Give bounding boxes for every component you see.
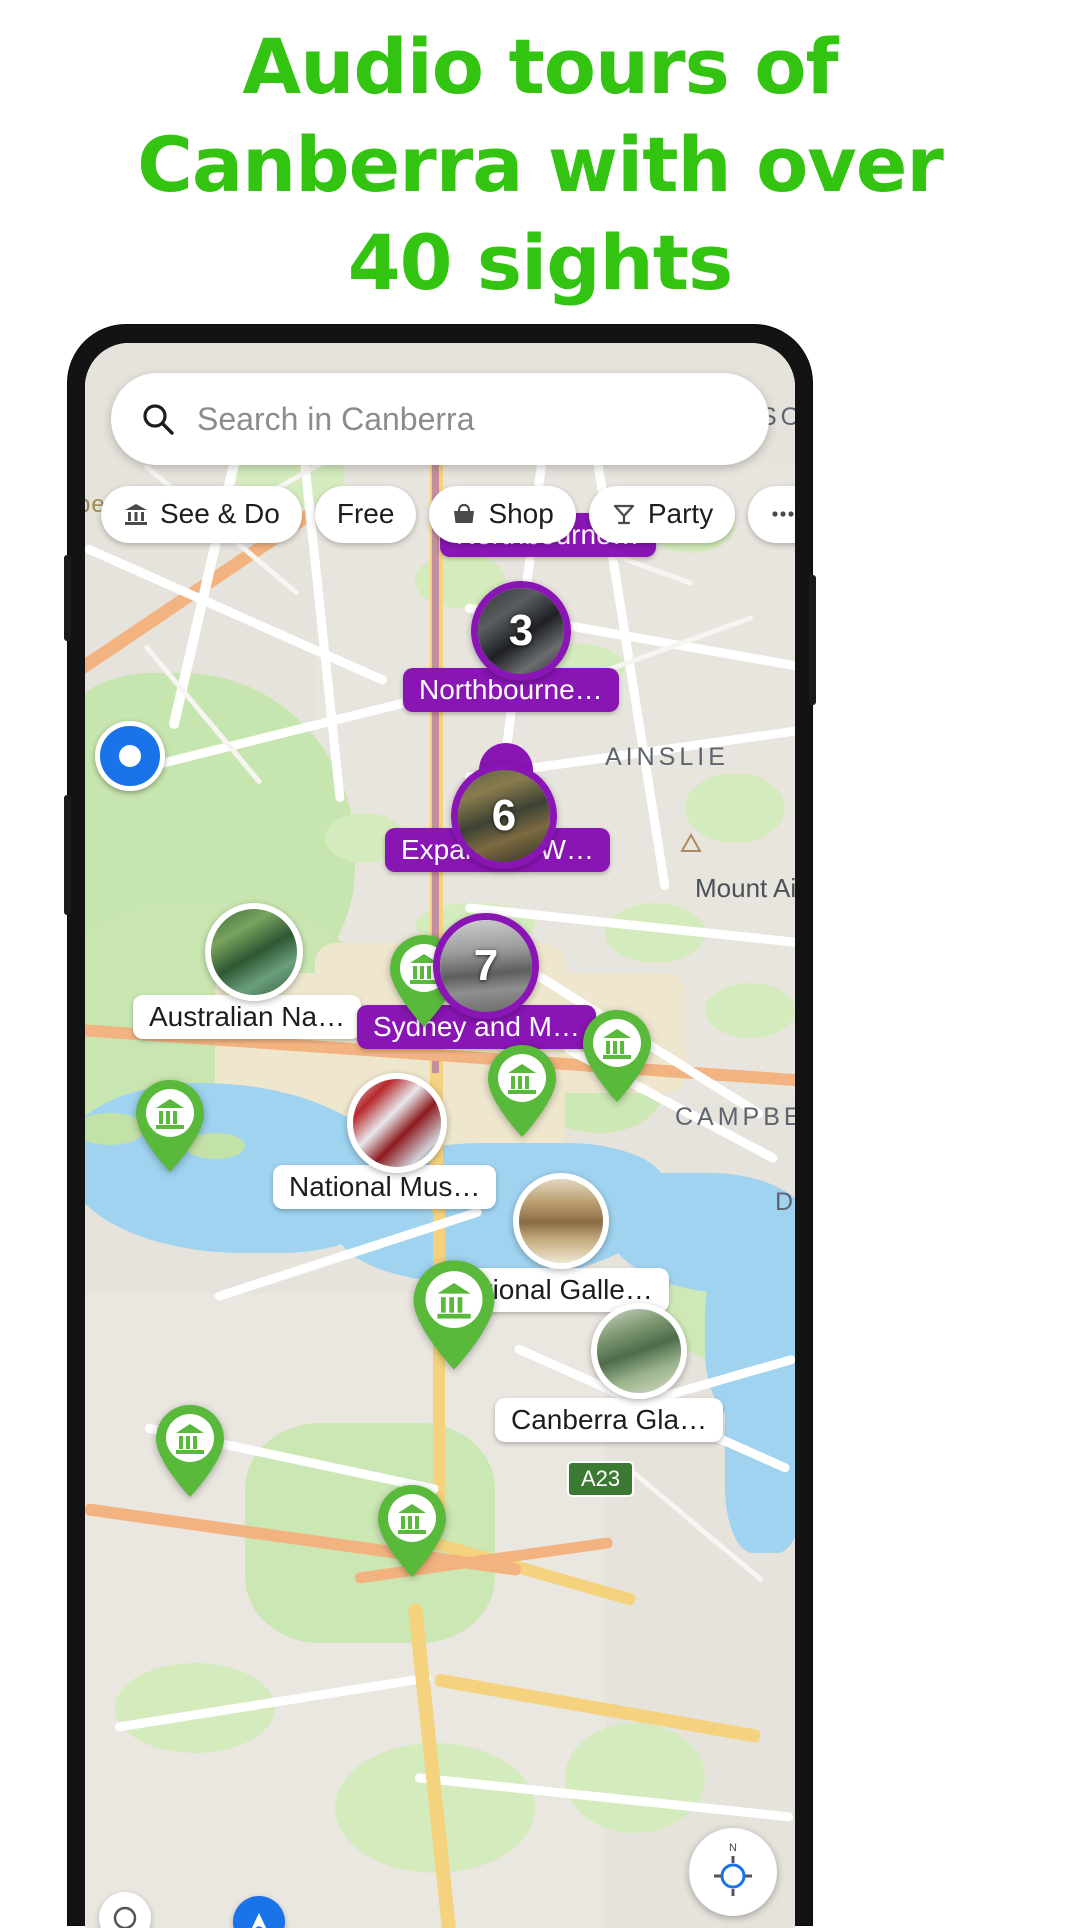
filter-chip-see-and-do[interactable]: See & Do xyxy=(101,485,302,543)
filter-chip-label: See & Do xyxy=(160,498,280,529)
phone-screen: AINSLIE CAMPBE Mount Ain SO ber D ra D A… xyxy=(85,343,795,1928)
filter-chip-shop[interactable]: Shop xyxy=(429,485,576,543)
search-icon xyxy=(143,404,174,435)
ellipsis-icon xyxy=(772,511,794,517)
highway-badge-a23: A23 xyxy=(567,1461,635,1497)
place-marker-national-museum[interactable] xyxy=(347,1073,447,1173)
svg-text:N: N xyxy=(729,1842,737,1854)
filter-chip-free[interactable]: Free xyxy=(314,485,417,543)
marker-photo xyxy=(597,1309,681,1393)
map-place-ainslie: AINSLIE xyxy=(605,743,729,771)
map-canvas[interactable]: AINSLIE CAMPBE Mount Ain SO ber D ra D A… xyxy=(85,343,795,1928)
museum-pin-7[interactable] xyxy=(375,1483,449,1579)
museum-pin-2[interactable] xyxy=(485,1043,559,1139)
map-label-australian-na[interactable]: Australian Na… xyxy=(133,995,362,1039)
museum-pin-3[interactable] xyxy=(580,1008,654,1104)
museum-pin-5[interactable] xyxy=(410,1258,498,1372)
layers-icon xyxy=(113,1906,137,1928)
filter-chip-label: Free xyxy=(336,498,395,529)
cluster-marker-7[interactable]: 7 xyxy=(433,913,539,1019)
map-place-campbell: CAMPBE xyxy=(675,1103,795,1131)
user-location-dot[interactable] xyxy=(95,721,165,791)
filter-chip-row[interactable]: See & Do Free Shop Party xyxy=(101,483,795,545)
museum-pin-4[interactable] xyxy=(133,1078,207,1174)
cluster-count: 6 xyxy=(491,791,517,840)
phone-button-right xyxy=(809,575,816,705)
navigation-icon xyxy=(251,1913,267,1928)
mountain-icon xyxy=(680,833,702,852)
compass-control[interactable]: N xyxy=(689,1828,777,1916)
marker-photo xyxy=(211,909,297,995)
cluster-count: 7 xyxy=(473,941,499,990)
headline-line-2: Canberra with over xyxy=(137,120,944,209)
map-place-d: D xyxy=(775,1188,795,1216)
headline-line-3: 40 sights xyxy=(347,218,734,307)
phone-button-left-top xyxy=(64,555,71,641)
filter-chip-label: Shop xyxy=(488,498,554,529)
search-input-placeholder[interactable]: Search in Canberra xyxy=(197,401,474,438)
cluster-count: 3 xyxy=(508,606,534,655)
phone-mockup: AINSLIE CAMPBE Mount Ain SO ber D ra D A… xyxy=(64,325,816,1928)
filter-chip-other[interactable]: Other xyxy=(748,485,795,543)
map-place-mount-ainslie: Mount Ain xyxy=(695,873,795,903)
bag-icon xyxy=(454,503,475,523)
cluster-marker-6[interactable]: 6 xyxy=(451,763,557,869)
map-label-canberra-gla[interactable]: Canberra Gla… xyxy=(495,1398,724,1442)
phone-button-left-bottom xyxy=(64,795,71,915)
bank-icon xyxy=(125,504,147,525)
marker-photo xyxy=(519,1179,603,1263)
headline-line-1: Audio tours of xyxy=(242,22,838,111)
page-title: Audio tours of Canberra with over 40 sig… xyxy=(0,18,1080,312)
filter-chip-label: Party xyxy=(647,498,714,529)
search-bar[interactable]: Search in Canberra xyxy=(111,373,769,465)
compass-icon: N xyxy=(714,1842,752,1896)
cluster-marker-3[interactable]: 3 xyxy=(471,581,571,681)
marker-photo xyxy=(353,1079,441,1167)
filter-chip-party[interactable]: Party xyxy=(588,485,736,543)
place-marker-australian-national[interactable] xyxy=(205,903,303,1001)
place-marker-canberra-glassworks[interactable] xyxy=(591,1303,687,1399)
museum-pin-6[interactable] xyxy=(153,1403,227,1499)
place-marker-national-gallery[interactable] xyxy=(513,1173,609,1269)
cocktail-icon xyxy=(613,504,634,525)
